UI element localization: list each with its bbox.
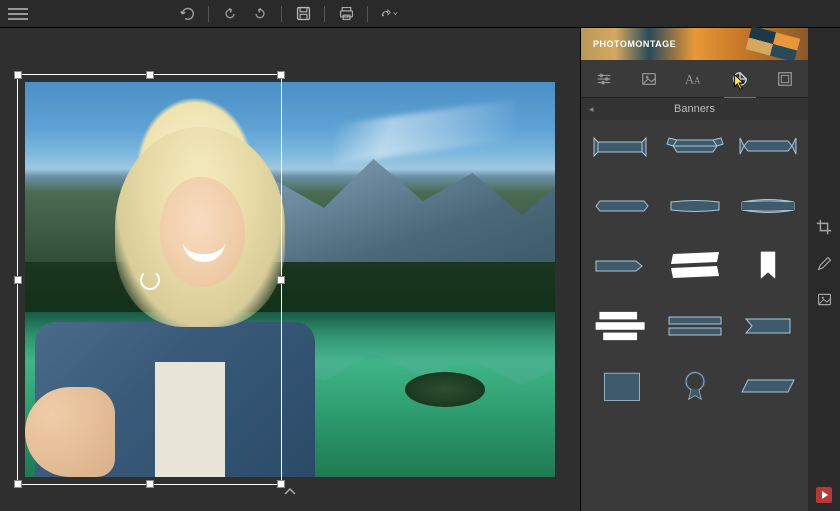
banner-rect[interactable] bbox=[591, 368, 653, 404]
stickers-grid[interactable] bbox=[581, 120, 808, 511]
canvas-area[interactable] bbox=[0, 28, 580, 511]
main-area: PHOTOMONTAGE AA ◂ Banners bbox=[0, 28, 840, 511]
banner-flat-3[interactable] bbox=[737, 188, 799, 224]
banner-double-stripe[interactable] bbox=[664, 308, 726, 344]
banner-stripes-white[interactable] bbox=[664, 248, 726, 284]
svg-text:A: A bbox=[685, 72, 694, 86]
banner-ribbon-1[interactable] bbox=[591, 128, 653, 164]
banner-pennant[interactable] bbox=[737, 308, 799, 344]
pencil-tool-icon[interactable] bbox=[815, 254, 833, 272]
separator bbox=[367, 6, 368, 22]
redo-button[interactable] bbox=[251, 5, 269, 23]
banner-award-badge[interactable] bbox=[664, 368, 726, 404]
tab-image[interactable] bbox=[635, 65, 663, 93]
separator bbox=[324, 6, 325, 22]
separator bbox=[281, 6, 282, 22]
collapse-triangle-icon: ◂ bbox=[589, 104, 594, 115]
banner-ribbon-2[interactable] bbox=[664, 128, 726, 164]
tab-text[interactable]: AA bbox=[680, 65, 708, 93]
tab-adjust[interactable] bbox=[590, 65, 618, 93]
banner-flat-1[interactable] bbox=[591, 188, 653, 224]
tab-frame[interactable] bbox=[771, 65, 799, 93]
banner-flat-2[interactable] bbox=[664, 188, 726, 224]
section-header[interactable]: ◂ Banners bbox=[581, 98, 808, 120]
resize-handle-bl[interactable] bbox=[14, 480, 22, 488]
section-title: Banners bbox=[674, 103, 715, 115]
image-tool-icon[interactable] bbox=[815, 290, 833, 308]
share-button[interactable] bbox=[380, 5, 398, 23]
resize-handle-ml[interactable] bbox=[14, 276, 22, 284]
banner-bars-white[interactable] bbox=[591, 308, 653, 344]
resize-handle-tm[interactable] bbox=[146, 71, 154, 79]
svg-text:A: A bbox=[694, 75, 701, 85]
composite-image[interactable] bbox=[25, 82, 555, 477]
banner-tag[interactable] bbox=[591, 248, 653, 284]
save-button[interactable] bbox=[294, 5, 312, 23]
undo-step-button[interactable] bbox=[221, 5, 239, 23]
play-indicator-icon[interactable] bbox=[816, 487, 832, 503]
hamburger-menu-icon[interactable] bbox=[8, 4, 28, 24]
resize-handle-tr[interactable] bbox=[277, 71, 285, 79]
top-toolbar bbox=[0, 0, 840, 28]
cursor-icon bbox=[733, 74, 747, 92]
banner-ribbon-3[interactable] bbox=[737, 128, 799, 164]
separator bbox=[208, 6, 209, 22]
banner-parallelogram[interactable] bbox=[737, 368, 799, 404]
panel-header: PHOTOMONTAGE bbox=[581, 28, 808, 60]
print-button[interactable] bbox=[337, 5, 355, 23]
right-tool-strip bbox=[808, 28, 840, 511]
resize-handle-tl[interactable] bbox=[14, 71, 22, 79]
toolbar-actions bbox=[178, 5, 398, 23]
right-panel: PHOTOMONTAGE AA ◂ Banners bbox=[580, 28, 808, 511]
undo-button[interactable] bbox=[178, 5, 196, 23]
panel-tabs: AA bbox=[581, 60, 808, 98]
resize-handle-bm[interactable] bbox=[146, 480, 154, 488]
expand-chevron-icon[interactable] bbox=[284, 485, 296, 499]
canvas[interactable] bbox=[25, 82, 555, 477]
banner-bookmark[interactable] bbox=[737, 248, 799, 284]
mode-label: PHOTOMONTAGE bbox=[593, 39, 676, 49]
crop-tool-icon[interactable] bbox=[815, 218, 833, 236]
